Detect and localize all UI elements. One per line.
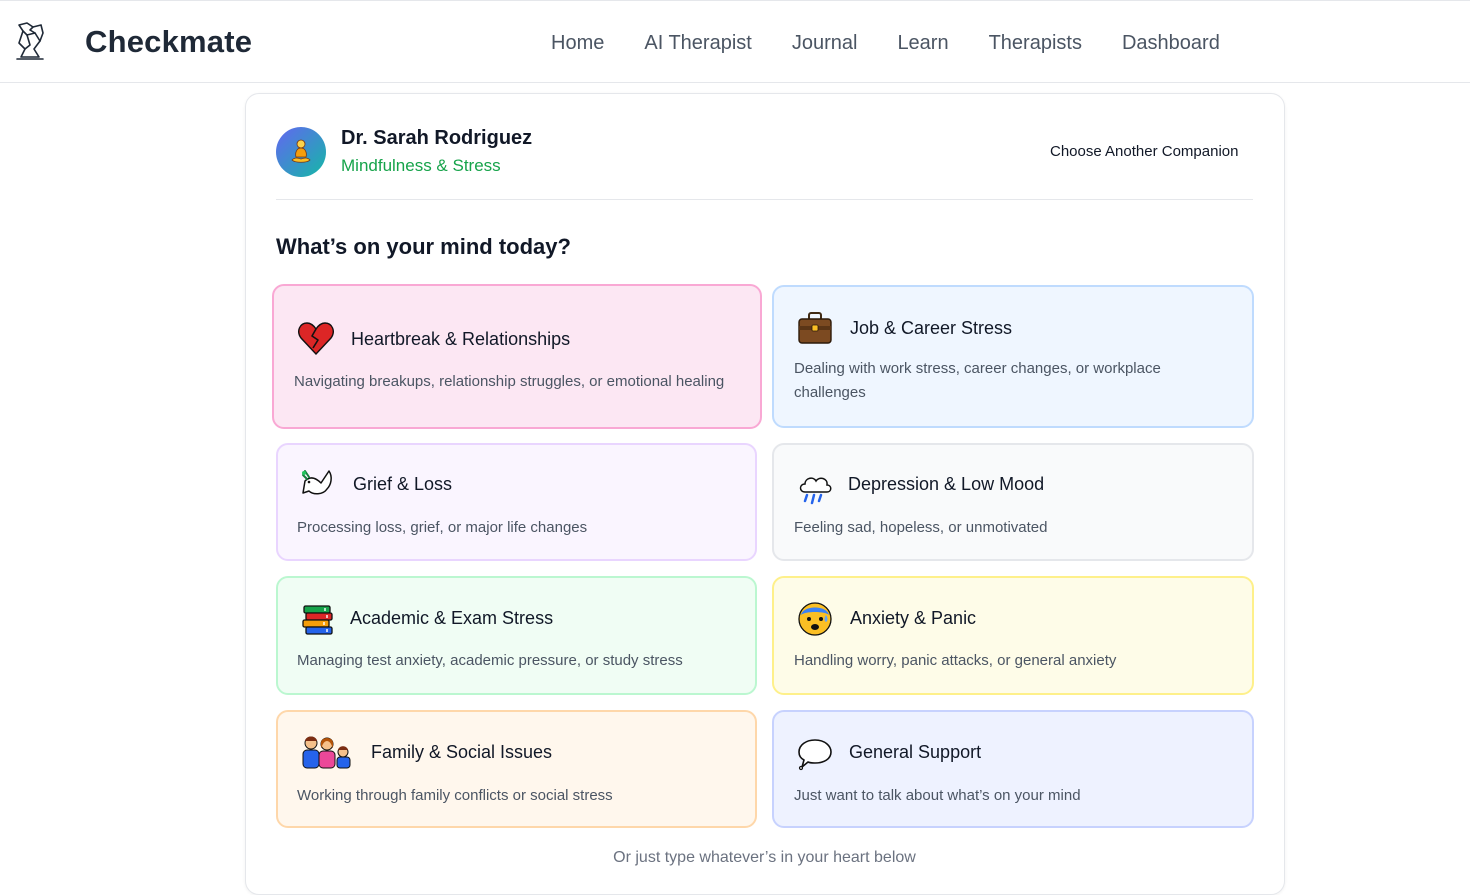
- topic-title: Depression & Low Mood: [848, 474, 1045, 494]
- topic-card-anxiety[interactable]: Anxiety & Panic Handling worry, panic at…: [772, 576, 1254, 695]
- topic-title: Family & Social Issues: [371, 742, 553, 762]
- topic-description: Feeling sad, hopeless, or unmotivated: [794, 519, 1048, 536]
- topic-card-heartbreak[interactable]: Heartbreak & Relationships Navigating br…: [272, 284, 762, 429]
- topic-description: Managing test anxiety, academic pressure…: [297, 652, 683, 669]
- family-icon: [301, 734, 353, 775]
- main-nav: Home AI Therapist Journal Learn Therapis…: [551, 30, 1260, 56]
- therapist-specialty: Mindfulness & Stress: [341, 156, 501, 175]
- dove-icon: [301, 467, 337, 504]
- topic-title: Heartbreak & Relationships: [351, 329, 571, 349]
- header-divider: [276, 199, 1253, 200]
- anxious-face-icon: [797, 601, 833, 642]
- nav-therapists[interactable]: Therapists: [989, 30, 1082, 56]
- topic-title: General Support: [849, 742, 982, 762]
- brand-name[interactable]: Checkmate: [85, 24, 252, 60]
- meditation-icon: [291, 139, 311, 163]
- prompt-title: What’s on your mind today?: [276, 234, 571, 259]
- broken-heart-icon: [298, 321, 334, 360]
- topic-description: Just want to talk about what’s on your m…: [794, 787, 1081, 804]
- nav-dashboard[interactable]: Dashboard: [1122, 30, 1220, 56]
- checkmate-logo-icon[interactable]: [13, 21, 47, 63]
- topic-title: Grief & Loss: [353, 474, 453, 494]
- type-anything-hint: Or just type whatever’s in your heart be…: [613, 849, 916, 866]
- topic-card-family-social[interactable]: Family & Social Issues Working through f…: [276, 710, 757, 828]
- topic-title: Job & Career Stress: [850, 318, 1013, 338]
- topic-card-general-support[interactable]: General Support Just want to talk about …: [772, 710, 1254, 828]
- therapist-name: Dr. Sarah Rodriguez: [341, 127, 533, 149]
- topic-description: Dealing with work stress, career changes…: [794, 360, 1161, 401]
- nav-home[interactable]: Home: [551, 30, 604, 56]
- nav-journal[interactable]: Journal: [792, 30, 858, 56]
- topic-card-grief-loss[interactable]: Grief & Loss Processing loss, grief, or …: [276, 443, 757, 561]
- nav-learn[interactable]: Learn: [897, 30, 948, 56]
- speech-bubble-icon: [797, 737, 833, 776]
- topic-card-job-career[interactable]: Job & Career Stress Dealing with work st…: [772, 285, 1254, 428]
- briefcase-icon: [797, 311, 833, 350]
- nav-ai-therapist[interactable]: AI Therapist: [644, 30, 751, 56]
- topic-description: Navigating breakups, relationship strugg…: [294, 373, 725, 390]
- books-icon: [301, 602, 335, 641]
- topic-title: Academic & Exam Stress: [350, 608, 554, 628]
- choose-another-companion-button[interactable]: Choose Another Companion: [1036, 137, 1252, 166]
- topic-title: Anxiety & Panic: [850, 608, 977, 628]
- topic-description: Processing loss, grief, or major life ch…: [297, 519, 588, 536]
- top-navbar: Checkmate Home AI Therapist Journal Lear…: [0, 1, 1470, 83]
- topic-card-academic[interactable]: Academic & Exam Stress Managing test anx…: [276, 576, 757, 695]
- topic-description: Working through family conflicts or soci…: [297, 787, 613, 804]
- topic-card-depression[interactable]: Depression & Low Mood Feeling sad, hopel…: [772, 443, 1254, 561]
- avatar: [276, 127, 326, 177]
- topic-description: Handling worry, panic attacks, or genera…: [794, 652, 1117, 669]
- rain-cloud-icon: [797, 472, 833, 511]
